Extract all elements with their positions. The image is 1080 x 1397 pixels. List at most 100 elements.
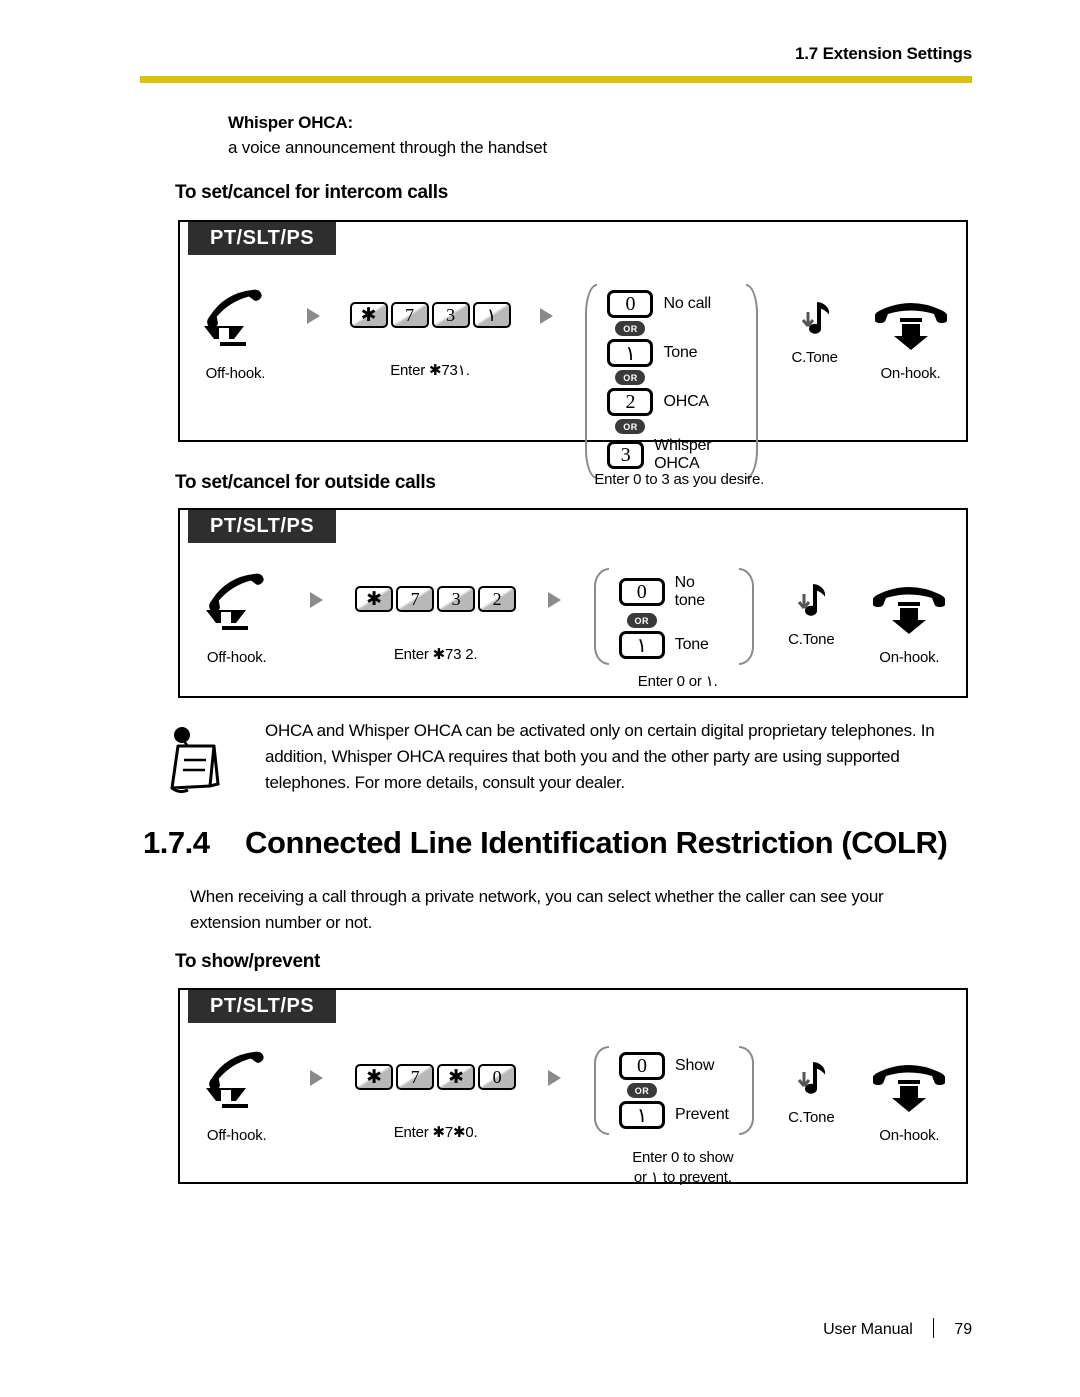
key-2-0[interactable]: ✱ — [355, 586, 394, 612]
option-group-show-prevent: 0 Show OR ١ Prevent — [578, 1046, 770, 1135]
brace-left-icon — [594, 1046, 610, 1135]
page-footer: User Manual 79 — [140, 1318, 972, 1339]
option-label-2-1: Tone — [674, 636, 709, 653]
option-row-1-0[interactable]: 0 No call — [607, 290, 711, 318]
procedure-box-show-prevent: PT/SLT/PS Off-hook. ✱ 7 ✱ 0 Enter ✱7✱0. … — [178, 988, 968, 1186]
brace-right-icon — [745, 284, 759, 479]
confirmation-tone-note-icon — [795, 298, 835, 347]
option-key-1-1[interactable]: ١ — [607, 339, 654, 367]
section-number: 1.7.4 — [143, 825, 210, 860]
option-row-2-1[interactable]: ١ Tone — [618, 631, 709, 659]
option-label-1-2: OHCA — [663, 393, 709, 410]
step-options-2: 0 No tone OR ١ Tone Enter 0 or ١. — [578, 568, 770, 690]
option-note-2: Enter 0 or ١. — [637, 673, 718, 690]
option-key-3-1[interactable]: ١ — [619, 1101, 666, 1129]
or-badge-2-0: OR — [626, 613, 657, 628]
arrow-right-icon — [540, 308, 554, 324]
caption-off-hook-1: Off-hook. — [205, 365, 266, 382]
heading-show-prevent: To show/prevent — [175, 951, 321, 972]
header-rule-divider — [140, 76, 972, 83]
step-off-hook-1: Off-hook. — [180, 284, 291, 384]
device-tab-pt-slt-ps-3: PT/SLT/PS — [188, 990, 337, 1023]
on-hook-handset-icon — [873, 294, 948, 355]
option-note-1: Enter 0 to 3 as you desire. — [594, 471, 765, 488]
caption-on-hook-1: On-hook. — [880, 365, 941, 382]
step-enter-code-3: ✱ 7 ✱ 0 Enter ✱7✱0. — [340, 1046, 532, 1143]
caption-on-hook-2: On-hook. — [879, 649, 940, 666]
arrow-separator-1a — [291, 284, 336, 324]
key-2-2[interactable]: 3 — [437, 586, 476, 612]
option-row-1-2[interactable]: 2 OHCA — [607, 388, 709, 416]
key-1-3[interactable]: ١ — [472, 302, 511, 328]
caption-enter-code-3: Enter ✱7✱0. — [393, 1124, 478, 1141]
option-row-1-1[interactable]: ١ Tone — [607, 339, 698, 367]
key-3-1[interactable]: 7 — [396, 1064, 435, 1090]
option-key-3-0[interactable]: 0 — [619, 1052, 666, 1080]
key-3-0[interactable]: ✱ — [355, 1064, 394, 1090]
arrow-right-icon — [309, 592, 323, 608]
step-on-hook-2: On-hook. — [853, 568, 966, 668]
brace-left-icon — [593, 568, 609, 665]
caption-off-hook-3: Off-hook. — [206, 1127, 267, 1144]
step-options-1: 0 No call OR ١ Tone OR 2 OHCA OR 3 Whisp… — [569, 284, 774, 488]
or-badge-3-0: OR — [627, 1083, 658, 1098]
keypad-row-1[interactable]: ✱ 7 3 ١ — [349, 302, 511, 328]
option-key-1-2[interactable]: 2 — [607, 388, 654, 416]
arrow-right-icon — [309, 1070, 323, 1086]
key-2-3[interactable]: 2 — [478, 586, 517, 612]
option-label-3-0: Show — [675, 1057, 715, 1074]
step-confirmation-tone-1: C.Tone — [774, 284, 855, 368]
arrow-separator-1b — [524, 284, 569, 324]
option-row-2-0[interactable]: 0 No tone — [618, 574, 729, 610]
option-label-1-1: Tone — [663, 344, 698, 361]
device-tab-pt-slt-ps-2: PT/SLT/PS — [188, 510, 337, 543]
brace-right-icon — [738, 1046, 754, 1135]
step-on-hook-1: On-hook. — [855, 284, 966, 384]
step-off-hook-3: Off-hook. — [180, 1046, 293, 1146]
memo-note-icon — [160, 724, 226, 799]
key-3-3[interactable]: 0 — [478, 1064, 517, 1090]
or-badge-1-2: OR — [615, 419, 646, 434]
heading-intercom-calls: To set/cancel for intercom calls — [175, 182, 449, 203]
arrow-separator-2a — [293, 568, 339, 608]
option-row-1-3[interactable]: 3 Whisper OHCA — [607, 437, 735, 473]
key-1-1[interactable]: 7 — [390, 302, 429, 328]
caption-on-hook-3: On-hook. — [879, 1127, 940, 1144]
option-key-2-1[interactable]: ١ — [618, 631, 665, 659]
option-row-3-1[interactable]: ١ Prevent — [619, 1101, 729, 1129]
arrow-separator-2b — [532, 568, 578, 608]
section-title: Connected Line Identification Restrictio… — [245, 825, 948, 860]
key-1-2[interactable]: 3 — [431, 302, 470, 328]
arrow-right-icon — [548, 1070, 562, 1086]
option-group-intercom: 0 No call OR ١ Tone OR 2 OHCA OR 3 Whisp… — [569, 284, 774, 479]
caption-confirmation-tone-2: C.Tone — [788, 631, 835, 648]
arrow-separator-3a — [293, 1046, 339, 1086]
step-enter-code-1: ✱ 7 3 ١ Enter ✱73١. — [336, 284, 524, 381]
arrow-separator-3b — [532, 1046, 578, 1086]
key-1-0[interactable]: ✱ — [349, 302, 388, 328]
option-note-3: Enter 0 to show or ١ to prevent. — [632, 1149, 734, 1186]
key-3-2[interactable]: ✱ — [437, 1064, 476, 1090]
off-hook-handset-icon — [202, 568, 272, 635]
option-row-3-0[interactable]: 0 Show — [619, 1052, 714, 1080]
option-label-1-3: Whisper OHCA — [654, 437, 712, 472]
step-on-hook-3: On-hook. — [853, 1046, 966, 1146]
keypad-row-2[interactable]: ✱ 7 3 2 — [355, 586, 517, 612]
step-enter-code-2: ✱ 7 3 2 Enter ✱73 2. — [340, 568, 532, 665]
option-key-1-0[interactable]: 0 — [607, 290, 654, 318]
keypad-row-3[interactable]: ✱ 7 ✱ 0 — [355, 1064, 517, 1090]
footer-divider — [933, 1318, 935, 1338]
on-hook-handset-icon — [872, 578, 947, 639]
option-label-3-1: Prevent — [675, 1106, 729, 1123]
off-hook-handset-icon — [202, 1046, 272, 1113]
key-2-1[interactable]: 7 — [396, 586, 435, 612]
arrow-right-icon — [548, 592, 562, 608]
option-key-1-3[interactable]: 3 — [607, 441, 645, 469]
procedure-box-outside: PT/SLT/PS Off-hook. ✱ 7 3 2 Enter ✱73 2.… — [178, 508, 968, 698]
or-badge-1-1: OR — [615, 370, 646, 385]
heading-outside-calls: To set/cancel for outside calls — [175, 472, 436, 493]
option-label-2-0: No tone — [674, 574, 706, 609]
option-key-2-0[interactable]: 0 — [618, 578, 665, 606]
procedure-box-intercom: PT/SLT/PS Off-hook. ✱ 7 3 ١ Enter ✱73١. … — [178, 220, 968, 488]
brace-left-icon — [585, 284, 598, 479]
